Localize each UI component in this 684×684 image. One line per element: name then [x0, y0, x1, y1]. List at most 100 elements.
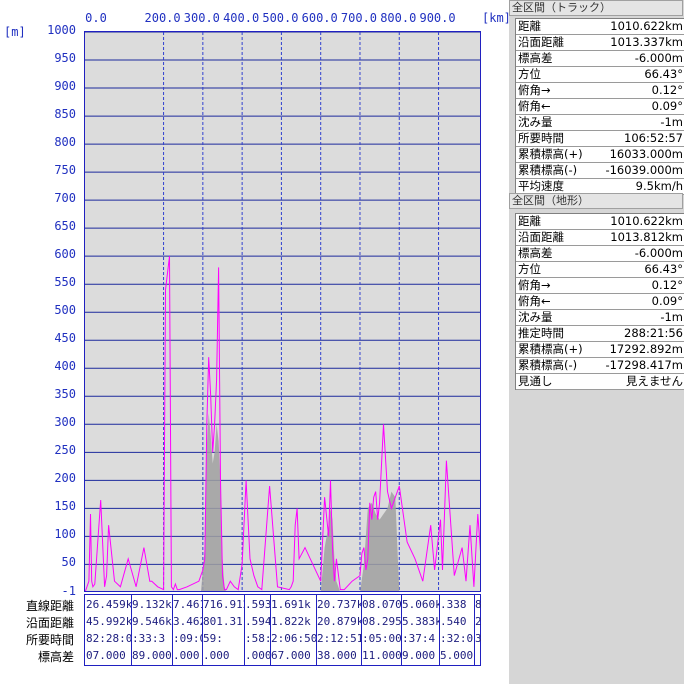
track-panel-title[interactable]: 全区間（トラック）	[509, 0, 683, 16]
y-tick-label: 850	[54, 107, 76, 122]
y-tick-label: 550	[54, 275, 76, 290]
stat-row: 所要時間 106:52:57	[516, 131, 684, 147]
x-axis-unit: [km]	[482, 11, 511, 25]
stat-row: 距離 1010.622km	[516, 214, 684, 230]
stat-value: 1010.622km	[610, 19, 683, 33]
stat-value: 9.5km/h	[635, 179, 683, 193]
stat-row: 俯角← 0.09°	[516, 294, 684, 310]
segment-cell: .540	[440, 615, 467, 628]
elevation-profile-chart[interactable]	[84, 31, 481, 592]
segment-cell: .593	[245, 598, 270, 611]
stats-side-panel: 全区間（トラック） 距離 1010.622km 沿面距離 1013.337km 標高差 -…	[509, 0, 684, 684]
stat-value: 106:52:57	[624, 131, 683, 145]
segment-cell: 08.070	[362, 598, 401, 611]
segment-cell: 9.132k	[132, 598, 172, 611]
segment-cell: 5.060k	[402, 598, 439, 611]
y-tick-label: 400	[54, 359, 76, 374]
stat-value: 0.12°	[651, 83, 683, 97]
segment-cell: 26.459k	[86, 598, 131, 611]
stat-label: 累積標高(+)	[518, 342, 583, 356]
segment-cell: 1.691k	[271, 598, 311, 611]
x-tick-label: 0.0	[85, 11, 107, 25]
segment-row-label: 標高差	[37, 650, 74, 664]
stat-value: 見えません	[625, 374, 683, 388]
segment-cell: 59:	[203, 632, 223, 645]
segment-cell: 07.000	[86, 649, 126, 662]
stat-row: 距離 1010.622km	[516, 19, 684, 35]
segment-cell: 716.912	[203, 598, 244, 611]
y-tick-label: 200	[54, 471, 76, 486]
stat-value: 288:21:56	[624, 326, 683, 340]
segment-cell: 45.992k	[86, 615, 131, 628]
terrain-stats-table: 距離 1010.622km 沿面距離 1013.812km 標高差 -6.000m 方位 66…	[515, 213, 684, 390]
stat-row: 方位 66.43°	[516, 67, 684, 83]
stat-label: 推定時間	[518, 326, 564, 340]
elevation-profile-svg	[85, 32, 480, 591]
segment-cell: 67.000	[271, 649, 311, 662]
stat-label: 沈み量	[518, 115, 553, 129]
stat-label: 標高差	[518, 51, 553, 65]
segment-cell: 82:28:0	[86, 632, 131, 645]
y-tick-label: 100	[54, 527, 76, 542]
stat-label: 平均速度	[518, 179, 564, 193]
segment-row-label: 所要時間	[25, 633, 74, 647]
segment-cell: 9.546k	[132, 615, 172, 628]
stat-row: 標高差 -6.000m	[516, 246, 684, 262]
stat-row: 累積標高(-) -17298.417m	[516, 358, 684, 374]
segment-cell: 9.000	[402, 649, 436, 662]
stat-row: 推定時間 288:21:56	[516, 326, 684, 342]
stat-row: 俯角← 0.09°	[516, 99, 684, 115]
stat-row: 俯角→ 0.12°	[516, 278, 684, 294]
segment-cell: .000	[245, 649, 270, 662]
stat-label: 累積標高(-)	[518, 163, 578, 177]
y-tick-label: -1	[61, 584, 76, 598]
stat-row: 累積標高(-) -16039.000m	[516, 163, 684, 179]
stat-value: 0.09°	[651, 99, 683, 113]
y-tick-label: 50	[61, 555, 76, 570]
stat-label: 沿面距離	[518, 230, 564, 244]
terrain-panel-title[interactable]: 全区間（地形）	[509, 193, 683, 209]
stat-label: 距離	[518, 19, 541, 33]
stat-row: 見通し 見えません	[516, 374, 684, 390]
segment-cell: 5.000	[440, 649, 474, 662]
y-tick-label: 250	[54, 443, 76, 458]
segment-cell: :05:00	[362, 632, 401, 645]
stat-row: 俯角→ 0.12°	[516, 83, 684, 99]
segment-table[interactable]: 26.459k 45.992k 82:28:0 07.000 9.132k 9.546k:…	[84, 594, 482, 666]
stat-label: 俯角←	[518, 99, 551, 113]
stat-value: 0.09°	[651, 294, 683, 308]
segment-cell: :58:7	[245, 632, 270, 645]
segment-cell: 8	[475, 598, 482, 611]
x-tick-label: 800.0	[380, 11, 417, 25]
segment-cell: :37:4	[402, 632, 436, 645]
stat-row: 沿面距離 1013.337km	[516, 35, 684, 51]
stat-label: 所要時間	[518, 131, 564, 145]
segment-cell: 3.462	[173, 615, 202, 628]
y-tick-label: 650	[54, 219, 76, 234]
y-tick-label: 750	[54, 163, 76, 178]
x-tick-label: 600.0	[301, 11, 338, 25]
stat-label: 方位	[518, 262, 541, 276]
segment-cell: 89.000	[132, 649, 172, 662]
segment-cell: 38.000	[317, 649, 357, 662]
stat-value: 17292.892m	[609, 342, 683, 356]
x-tick-label: 400.0	[223, 11, 260, 25]
y-tick-label: 500	[54, 303, 76, 318]
terrain-area	[201, 413, 400, 591]
stat-value: 66.43°	[644, 67, 683, 81]
segment-cell: 2:06:50	[271, 632, 316, 645]
segment-cell: 11.000	[362, 649, 401, 662]
segment-cell: .000	[203, 649, 230, 662]
segment-cell: 5.383k	[402, 615, 439, 628]
stat-label: 沿面距離	[518, 35, 564, 49]
stat-row: 沈み量 -1m	[516, 310, 684, 326]
segment-cell: 20.737k	[317, 598, 361, 611]
stat-label: 俯角←	[518, 294, 551, 308]
y-tick-label: 1000	[47, 23, 76, 37]
stat-label: 累積標高(-)	[518, 358, 578, 372]
y-tick-label: 900	[54, 79, 76, 94]
segment-cell: :09:00	[173, 632, 202, 645]
stat-value: 1010.622km	[610, 214, 683, 228]
stat-row: 沈み量 -1m	[516, 115, 684, 131]
stat-value: 16033.000m	[609, 147, 683, 161]
